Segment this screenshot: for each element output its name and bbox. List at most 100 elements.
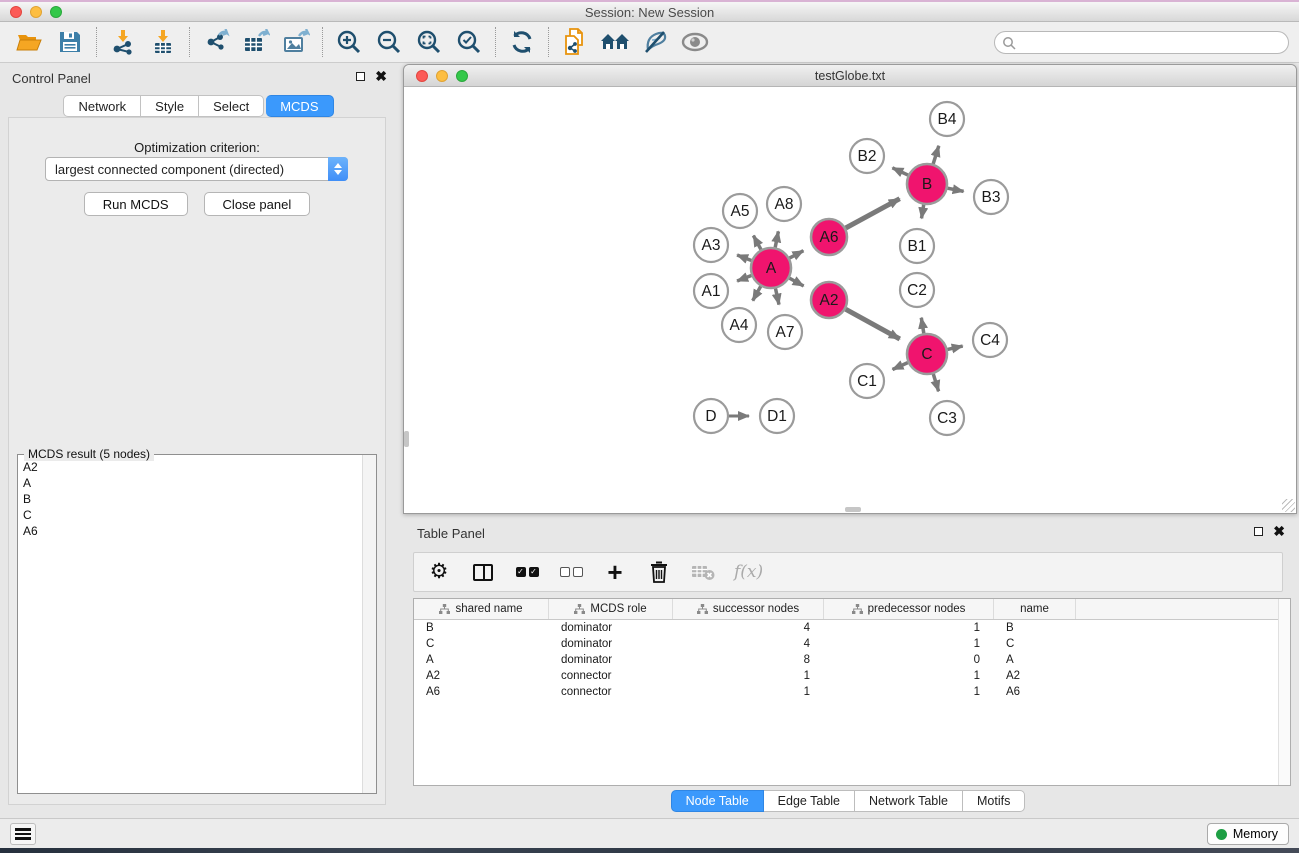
float-panel-icon[interactable] — [356, 72, 365, 81]
edge-A-A5[interactable] — [753, 236, 761, 250]
tab-motifs[interactable]: Motifs — [963, 790, 1025, 812]
table-row[interactable]: Adominator80A — [414, 652, 1290, 668]
network-window-titlebar[interactable]: testGlobe.txt — [404, 65, 1296, 87]
graph-node-B[interactable]: B — [907, 164, 947, 204]
first-neighbors-button[interactable] — [595, 25, 635, 59]
table-row[interactable]: Bdominator41B — [414, 620, 1290, 636]
cell-MCDS-role[interactable]: connector — [549, 684, 673, 700]
cell-predecessor-nodes[interactable]: 0 — [824, 652, 994, 668]
cell-successor-nodes[interactable]: 1 — [673, 684, 824, 700]
graph-node-A5[interactable]: A5 — [723, 194, 757, 228]
new-network-from-selection-button[interactable] — [555, 25, 595, 59]
edge-A-A8[interactable] — [775, 231, 778, 247]
table-row[interactable]: A6connector11A6 — [414, 684, 1290, 700]
graph-node-A6[interactable]: A6 — [811, 219, 847, 255]
cell-MCDS-role[interactable]: dominator — [549, 652, 673, 668]
column-header-successor-nodes[interactable]: successor nodes — [673, 599, 824, 619]
column-header-shared-name[interactable]: shared name — [414, 599, 549, 619]
cell-name[interactable]: A2 — [994, 668, 1076, 684]
add-column-button[interactable]: + — [602, 557, 628, 587]
graph-node-A4[interactable]: A4 — [722, 308, 756, 342]
network-canvas[interactable]: B4B2BB3A5A8A6A3B1AC2A1A2A4A7C4CC1DD1C3 — [404, 87, 1296, 513]
graph-node-B3[interactable]: B3 — [974, 180, 1008, 214]
mcds-result-item[interactable]: B — [19, 491, 361, 507]
export-image-button[interactable] — [276, 25, 316, 59]
graph-node-D1[interactable]: D1 — [760, 399, 794, 433]
graph-node-B1[interactable]: B1 — [900, 229, 934, 263]
network-horizontal-scrollbar-thumb[interactable] — [845, 507, 861, 512]
table-row[interactable]: A2connector11A2 — [414, 668, 1290, 684]
graph-node-A2[interactable]: A2 — [811, 282, 847, 318]
network-vertical-scrollbar-thumb[interactable] — [404, 431, 409, 447]
edge-A-A1[interactable] — [737, 276, 751, 282]
cell-successor-nodes[interactable]: 4 — [673, 620, 824, 636]
graph-node-A[interactable]: A — [751, 248, 791, 288]
mcds-result-item[interactable]: C — [19, 507, 361, 523]
graph-node-D[interactable]: D — [694, 399, 728, 433]
table-row[interactable]: Cdominator41C — [414, 636, 1290, 652]
edge-C-C1[interactable] — [893, 363, 908, 370]
criterion-dropdown[interactable]: largest connected component (directed) — [45, 157, 348, 181]
graph-node-A7[interactable]: A7 — [768, 315, 802, 349]
export-network-button[interactable] — [196, 25, 236, 59]
tab-select[interactable]: Select — [199, 95, 264, 117]
mcds-result-item[interactable]: A2 — [19, 459, 361, 475]
zoom-fit-button[interactable] — [409, 25, 449, 59]
edge-A2-C[interactable] — [846, 309, 900, 339]
graph-node-B2[interactable]: B2 — [850, 139, 884, 173]
cell-predecessor-nodes[interactable]: 1 — [824, 668, 994, 684]
edge-A-A3[interactable] — [737, 255, 751, 261]
float-table-panel-icon[interactable] — [1254, 527, 1263, 536]
edge-C-C4[interactable] — [948, 346, 963, 349]
zoom-selected-button[interactable] — [449, 25, 489, 59]
cell-MCDS-role[interactable]: connector — [549, 668, 673, 684]
edge-B-B2[interactable] — [892, 168, 908, 175]
edge-A-A6[interactable] — [790, 251, 804, 258]
graph-node-C4[interactable]: C4 — [973, 323, 1007, 357]
table-scrollbar[interactable] — [1278, 599, 1290, 785]
edge-C-C3[interactable] — [933, 374, 938, 391]
split-panel-button[interactable] — [470, 557, 496, 587]
cell-successor-nodes[interactable]: 4 — [673, 636, 824, 652]
tab-mcds[interactable]: MCDS — [266, 95, 333, 117]
cell-name[interactable]: A6 — [994, 684, 1076, 700]
cell-successor-nodes[interactable]: 8 — [673, 652, 824, 668]
edge-C-C2[interactable] — [921, 318, 924, 334]
column-header-name[interactable]: name — [994, 599, 1076, 619]
graph-node-B4[interactable]: B4 — [930, 102, 964, 136]
cell-MCDS-role[interactable]: dominator — [549, 636, 673, 652]
mcds-result-item[interactable]: A6 — [19, 523, 361, 539]
graph-node-C2[interactable]: C2 — [900, 273, 934, 307]
graph-node-C3[interactable]: C3 — [930, 401, 964, 435]
import-network-button[interactable] — [103, 25, 143, 59]
cell-successor-nodes[interactable]: 1 — [673, 668, 824, 684]
run-mcds-button[interactable]: Run MCDS — [84, 192, 188, 216]
zoom-in-button[interactable] — [329, 25, 369, 59]
cell-shared-name[interactable]: B — [414, 620, 549, 636]
equation-builder-button[interactable]: f(x) — [734, 557, 763, 587]
close-panel-button[interactable]: Close panel — [204, 192, 311, 216]
tab-node-table[interactable]: Node Table — [671, 790, 764, 812]
update-view-button[interactable] — [502, 25, 542, 59]
close-table-panel-icon[interactable]: ✖ — [1273, 526, 1285, 536]
save-session-button[interactable] — [50, 25, 90, 59]
cell-shared-name[interactable]: A2 — [414, 668, 549, 684]
delete-column-button[interactable] — [646, 557, 672, 587]
cell-MCDS-role[interactable]: dominator — [549, 620, 673, 636]
task-history-button[interactable] — [10, 823, 36, 845]
search-input[interactable] — [1016, 34, 1288, 52]
select-all-button[interactable]: ✓✓ — [514, 557, 540, 587]
tab-style[interactable]: Style — [141, 95, 199, 117]
graph-node-C[interactable]: C — [907, 334, 947, 374]
tab-edge-table[interactable]: Edge Table — [764, 790, 855, 812]
delete-table-button[interactable] — [690, 557, 716, 587]
edge-A-A4[interactable] — [753, 286, 761, 300]
window-resize-grip[interactable] — [1282, 499, 1295, 512]
mcds-result-item[interactable]: A — [19, 475, 361, 491]
tab-network-table[interactable]: Network Table — [855, 790, 963, 812]
graph-node-A8[interactable]: A8 — [767, 187, 801, 221]
column-header-predecessor-nodes[interactable]: predecessor nodes — [824, 599, 994, 619]
mcds-result-list[interactable]: A2ABCA6 — [19, 459, 361, 792]
table-settings-button[interactable]: ⚙ — [426, 557, 452, 587]
cell-predecessor-nodes[interactable]: 1 — [824, 636, 994, 652]
